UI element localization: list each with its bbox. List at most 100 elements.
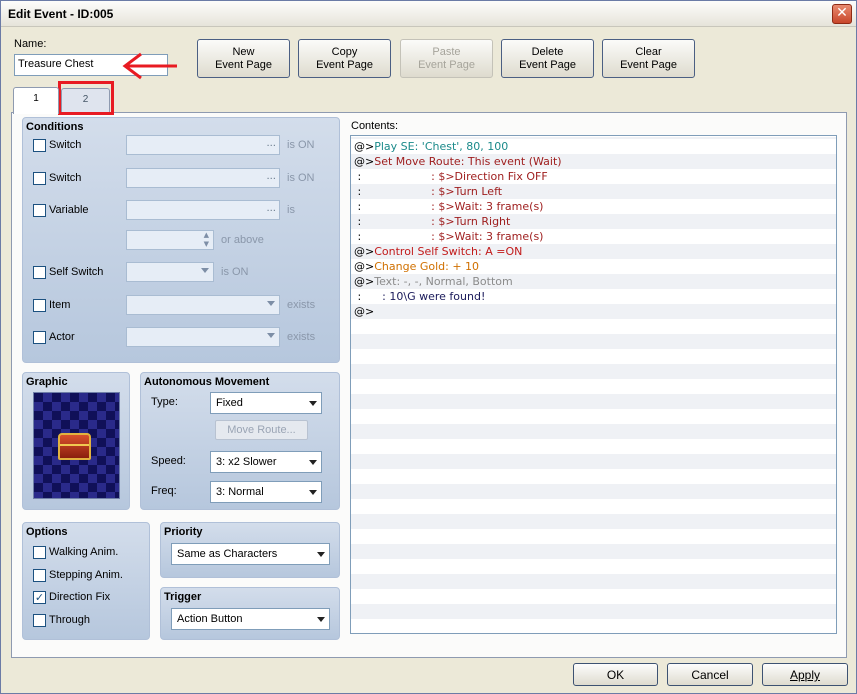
command-line[interactable]: @> bbox=[354, 304, 374, 319]
command-line[interactable]: : : $>Wait: 3 frame(s) bbox=[354, 199, 543, 214]
priority-value: Same as Characters bbox=[177, 548, 278, 560]
through-label: Through bbox=[49, 614, 90, 626]
command-line[interactable]: : : $>Wait: 3 frame(s) bbox=[354, 229, 543, 244]
tab-page-1[interactable]: 1 bbox=[13, 87, 59, 114]
speed-select[interactable]: 3: x2 Slower bbox=[210, 451, 322, 473]
command-line[interactable]: @>Text: -, -, Normal, Bottom bbox=[354, 274, 513, 289]
chevron-down-icon bbox=[267, 333, 275, 338]
self-switch-is-on: is ON bbox=[221, 266, 249, 278]
variable-label: Variable bbox=[49, 204, 89, 216]
item-dropdown[interactable] bbox=[126, 295, 280, 315]
command-line[interactable]: : : $>Turn Left bbox=[354, 184, 502, 199]
delete-event-page-button[interactable]: Delete Event Page bbox=[501, 39, 594, 78]
freq-value: 3: Normal bbox=[216, 486, 264, 498]
freq-select[interactable]: 3: Normal bbox=[210, 481, 322, 503]
direction-fix-label: Direction Fix bbox=[49, 591, 111, 603]
new-event-page-label-1: New bbox=[232, 46, 255, 58]
command-line[interactable]: @>Control Self Switch: A =ON bbox=[354, 244, 522, 259]
clear-event-page-label-2: Event Page bbox=[620, 59, 677, 71]
command-text: Change Gold: + 10 bbox=[374, 260, 480, 273]
command-prefix: @> bbox=[354, 155, 375, 168]
command-text: : $>Turn Right bbox=[361, 215, 511, 228]
paste-event-page-label-1: Paste bbox=[432, 46, 461, 58]
command-prefix: @> bbox=[354, 275, 375, 288]
type-value: Fixed bbox=[216, 397, 243, 409]
contents-label: Contents: bbox=[351, 120, 399, 132]
graphic-preview[interactable] bbox=[33, 392, 120, 499]
actor-label: Actor bbox=[49, 331, 75, 343]
spinner-down-icon[interactable]: ▼ bbox=[204, 240, 209, 248]
red-arrow-annotation bbox=[122, 52, 177, 80]
event-commands-list[interactable]: @>Play SE: 'Chest', 80, 100 @>Set Move Ro… bbox=[350, 135, 837, 634]
close-icon: ✕ bbox=[836, 5, 848, 21]
command-text: : $>Turn Left bbox=[361, 185, 503, 198]
paste-event-page-label-2: Event Page bbox=[418, 59, 475, 71]
command-line[interactable]: : : $>Direction Fix OFF bbox=[354, 169, 547, 184]
type-select[interactable]: Fixed bbox=[210, 392, 322, 414]
switch1-field[interactable]: ... bbox=[126, 135, 280, 155]
cancel-button[interactable]: Cancel bbox=[667, 663, 753, 686]
command-line[interactable]: @>Set Move Route: This event (Wait) bbox=[354, 154, 562, 169]
walking-anim-label: Walking Anim. bbox=[49, 546, 119, 558]
apply-button[interactable]: Apply bbox=[762, 663, 848, 686]
item-label: Item bbox=[49, 299, 71, 311]
copy-event-page-button[interactable]: Copy Event Page bbox=[298, 39, 391, 78]
actor-dropdown[interactable] bbox=[126, 327, 280, 347]
new-event-page-button[interactable]: New Event Page bbox=[197, 39, 290, 78]
chevron-down-icon bbox=[201, 268, 209, 273]
conditions-title: Conditions bbox=[26, 121, 84, 133]
title-bar: Edit Event - ID:005 ✕ bbox=[1, 1, 856, 27]
stepping-anim-checkbox[interactable] bbox=[33, 569, 46, 582]
stepping-anim-label: Stepping Anim. bbox=[49, 569, 123, 581]
variable-checkbox[interactable] bbox=[33, 204, 46, 217]
checkmark-icon: ✓ bbox=[34, 591, 45, 604]
variable-or-above: or above bbox=[221, 234, 264, 246]
direction-fix-checkbox[interactable]: ✓ bbox=[33, 591, 46, 604]
switch1-label: Switch bbox=[49, 139, 82, 151]
trigger-value: Action Button bbox=[177, 613, 243, 625]
delete-event-page-label-1: Delete bbox=[531, 46, 564, 58]
speed-value: 3: x2 Slower bbox=[216, 456, 277, 468]
command-text: : $>Wait: 3 frame(s) bbox=[361, 200, 544, 213]
chevron-down-icon bbox=[309, 460, 317, 465]
chevron-down-icon bbox=[267, 301, 275, 306]
self-switch-dropdown[interactable] bbox=[126, 262, 214, 282]
speed-label: Speed: bbox=[151, 455, 186, 467]
chevron-down-icon bbox=[309, 490, 317, 495]
variable-field[interactable]: ... bbox=[126, 200, 280, 220]
through-checkbox[interactable] bbox=[33, 614, 46, 627]
command-line[interactable]: : : $>Turn Right bbox=[354, 214, 510, 229]
switch2-is-on: is ON bbox=[287, 172, 315, 184]
self-switch-checkbox[interactable] bbox=[33, 266, 46, 279]
command-prefix: @> bbox=[354, 305, 375, 318]
switch2-field[interactable]: ... bbox=[126, 168, 280, 188]
type-label: Type: bbox=[151, 396, 178, 408]
switch1-checkbox[interactable] bbox=[33, 139, 46, 152]
item-checkbox[interactable] bbox=[33, 299, 46, 312]
command-line[interactable]: @>Change Gold: + 10 bbox=[354, 259, 479, 274]
walking-anim-checkbox[interactable] bbox=[33, 546, 46, 559]
new-event-page-label-2: Event Page bbox=[215, 59, 272, 71]
close-button[interactable]: ✕ bbox=[832, 4, 852, 24]
switch2-checkbox[interactable] bbox=[33, 172, 46, 185]
spinner-up-icon[interactable]: ▲ bbox=[204, 231, 209, 239]
clear-event-page-button[interactable]: Clear Event Page bbox=[602, 39, 695, 78]
window-title: Edit Event - ID:005 bbox=[8, 7, 114, 21]
command-text: : 10\G were found! bbox=[361, 290, 486, 303]
command-line[interactable]: : : 10\G were found! bbox=[354, 289, 485, 304]
tab2-highlight-box bbox=[58, 81, 114, 115]
priority-select[interactable]: Same as Characters bbox=[171, 543, 330, 565]
ok-button[interactable]: OK bbox=[573, 663, 658, 686]
chevron-down-icon bbox=[309, 401, 317, 406]
actor-checkbox[interactable] bbox=[33, 331, 46, 344]
paste-event-page-button[interactable]: Paste Event Page bbox=[400, 39, 493, 78]
command-prefix: @> bbox=[354, 260, 375, 273]
trigger-select[interactable]: Action Button bbox=[171, 608, 330, 630]
command-line[interactable]: @>Play SE: 'Chest', 80, 100 bbox=[354, 139, 508, 154]
switch1-is-on: is ON bbox=[287, 139, 315, 151]
command-text: Text: -, -, Normal, Bottom bbox=[374, 275, 513, 288]
variable-value-spinner[interactable]: ▲ ▼ bbox=[126, 230, 214, 250]
clear-event-page-label-1: Clear bbox=[635, 46, 662, 58]
move-route-button[interactable]: Move Route... bbox=[215, 420, 308, 440]
actor-exists: exists bbox=[287, 331, 316, 343]
